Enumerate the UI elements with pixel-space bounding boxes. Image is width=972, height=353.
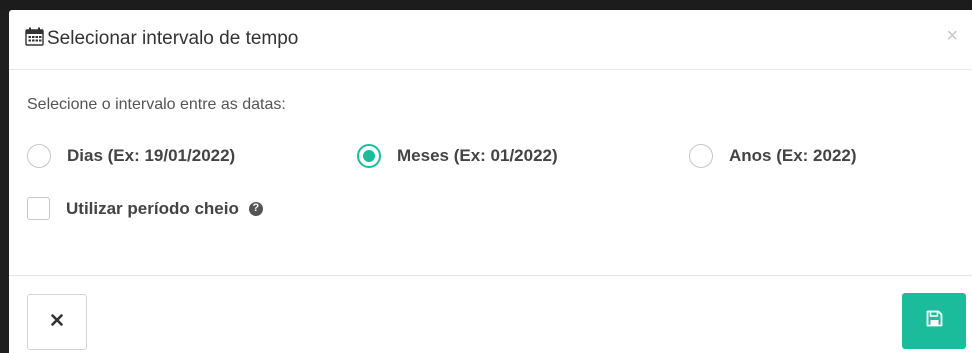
footer-divider <box>9 275 972 276</box>
modal-title: Selecionar intervalo de tempo <box>47 28 299 49</box>
modal-header: Selecionar intervalo de tempo × <box>9 10 972 70</box>
floppy-disk-icon <box>926 310 943 332</box>
radio-label-dias: Dias (Ex: 19/01/2022) <box>67 146 236 165</box>
modal-body: Selecione o intervalo entre as datas: Di… <box>9 70 972 275</box>
full-period-row: Utilizar período cheio ? <box>27 197 263 220</box>
cancel-button[interactable] <box>27 294 87 350</box>
radio-meses[interactable] <box>357 144 381 168</box>
save-button[interactable] <box>902 293 966 349</box>
radio-label-meses: Meses (Ex: 01/2022) <box>397 146 558 165</box>
time-interval-modal: Selecionar intervalo de tempo × Selecion… <box>9 10 972 353</box>
calendar-icon <box>25 27 44 51</box>
radio-option-meses[interactable]: Meses (Ex: 01/2022) <box>357 144 558 168</box>
question-circle-icon[interactable]: ? <box>248 201 263 216</box>
modal-title-wrap: Selecionar intervalo de tempo <box>25 27 298 51</box>
full-period-label: Utilizar período cheio <box>66 198 239 218</box>
modal-backdrop <box>0 0 972 10</box>
radio-option-dias[interactable]: Dias (Ex: 19/01/2022) <box>27 144 235 168</box>
close-icon[interactable]: × <box>946 25 958 48</box>
interval-radio-group: Dias (Ex: 19/01/2022) Meses (Ex: 01/2022… <box>27 144 972 172</box>
full-period-checkbox[interactable] <box>27 197 50 220</box>
radio-anos[interactable] <box>689 144 713 168</box>
radio-option-anos[interactable]: Anos (Ex: 2022) <box>689 144 857 168</box>
radio-dias[interactable] <box>27 144 51 168</box>
close-icon <box>51 313 63 331</box>
radio-label-anos: Anos (Ex: 2022) <box>729 146 857 165</box>
interval-prompt: Selecione o intervalo entre as datas: <box>27 96 286 113</box>
